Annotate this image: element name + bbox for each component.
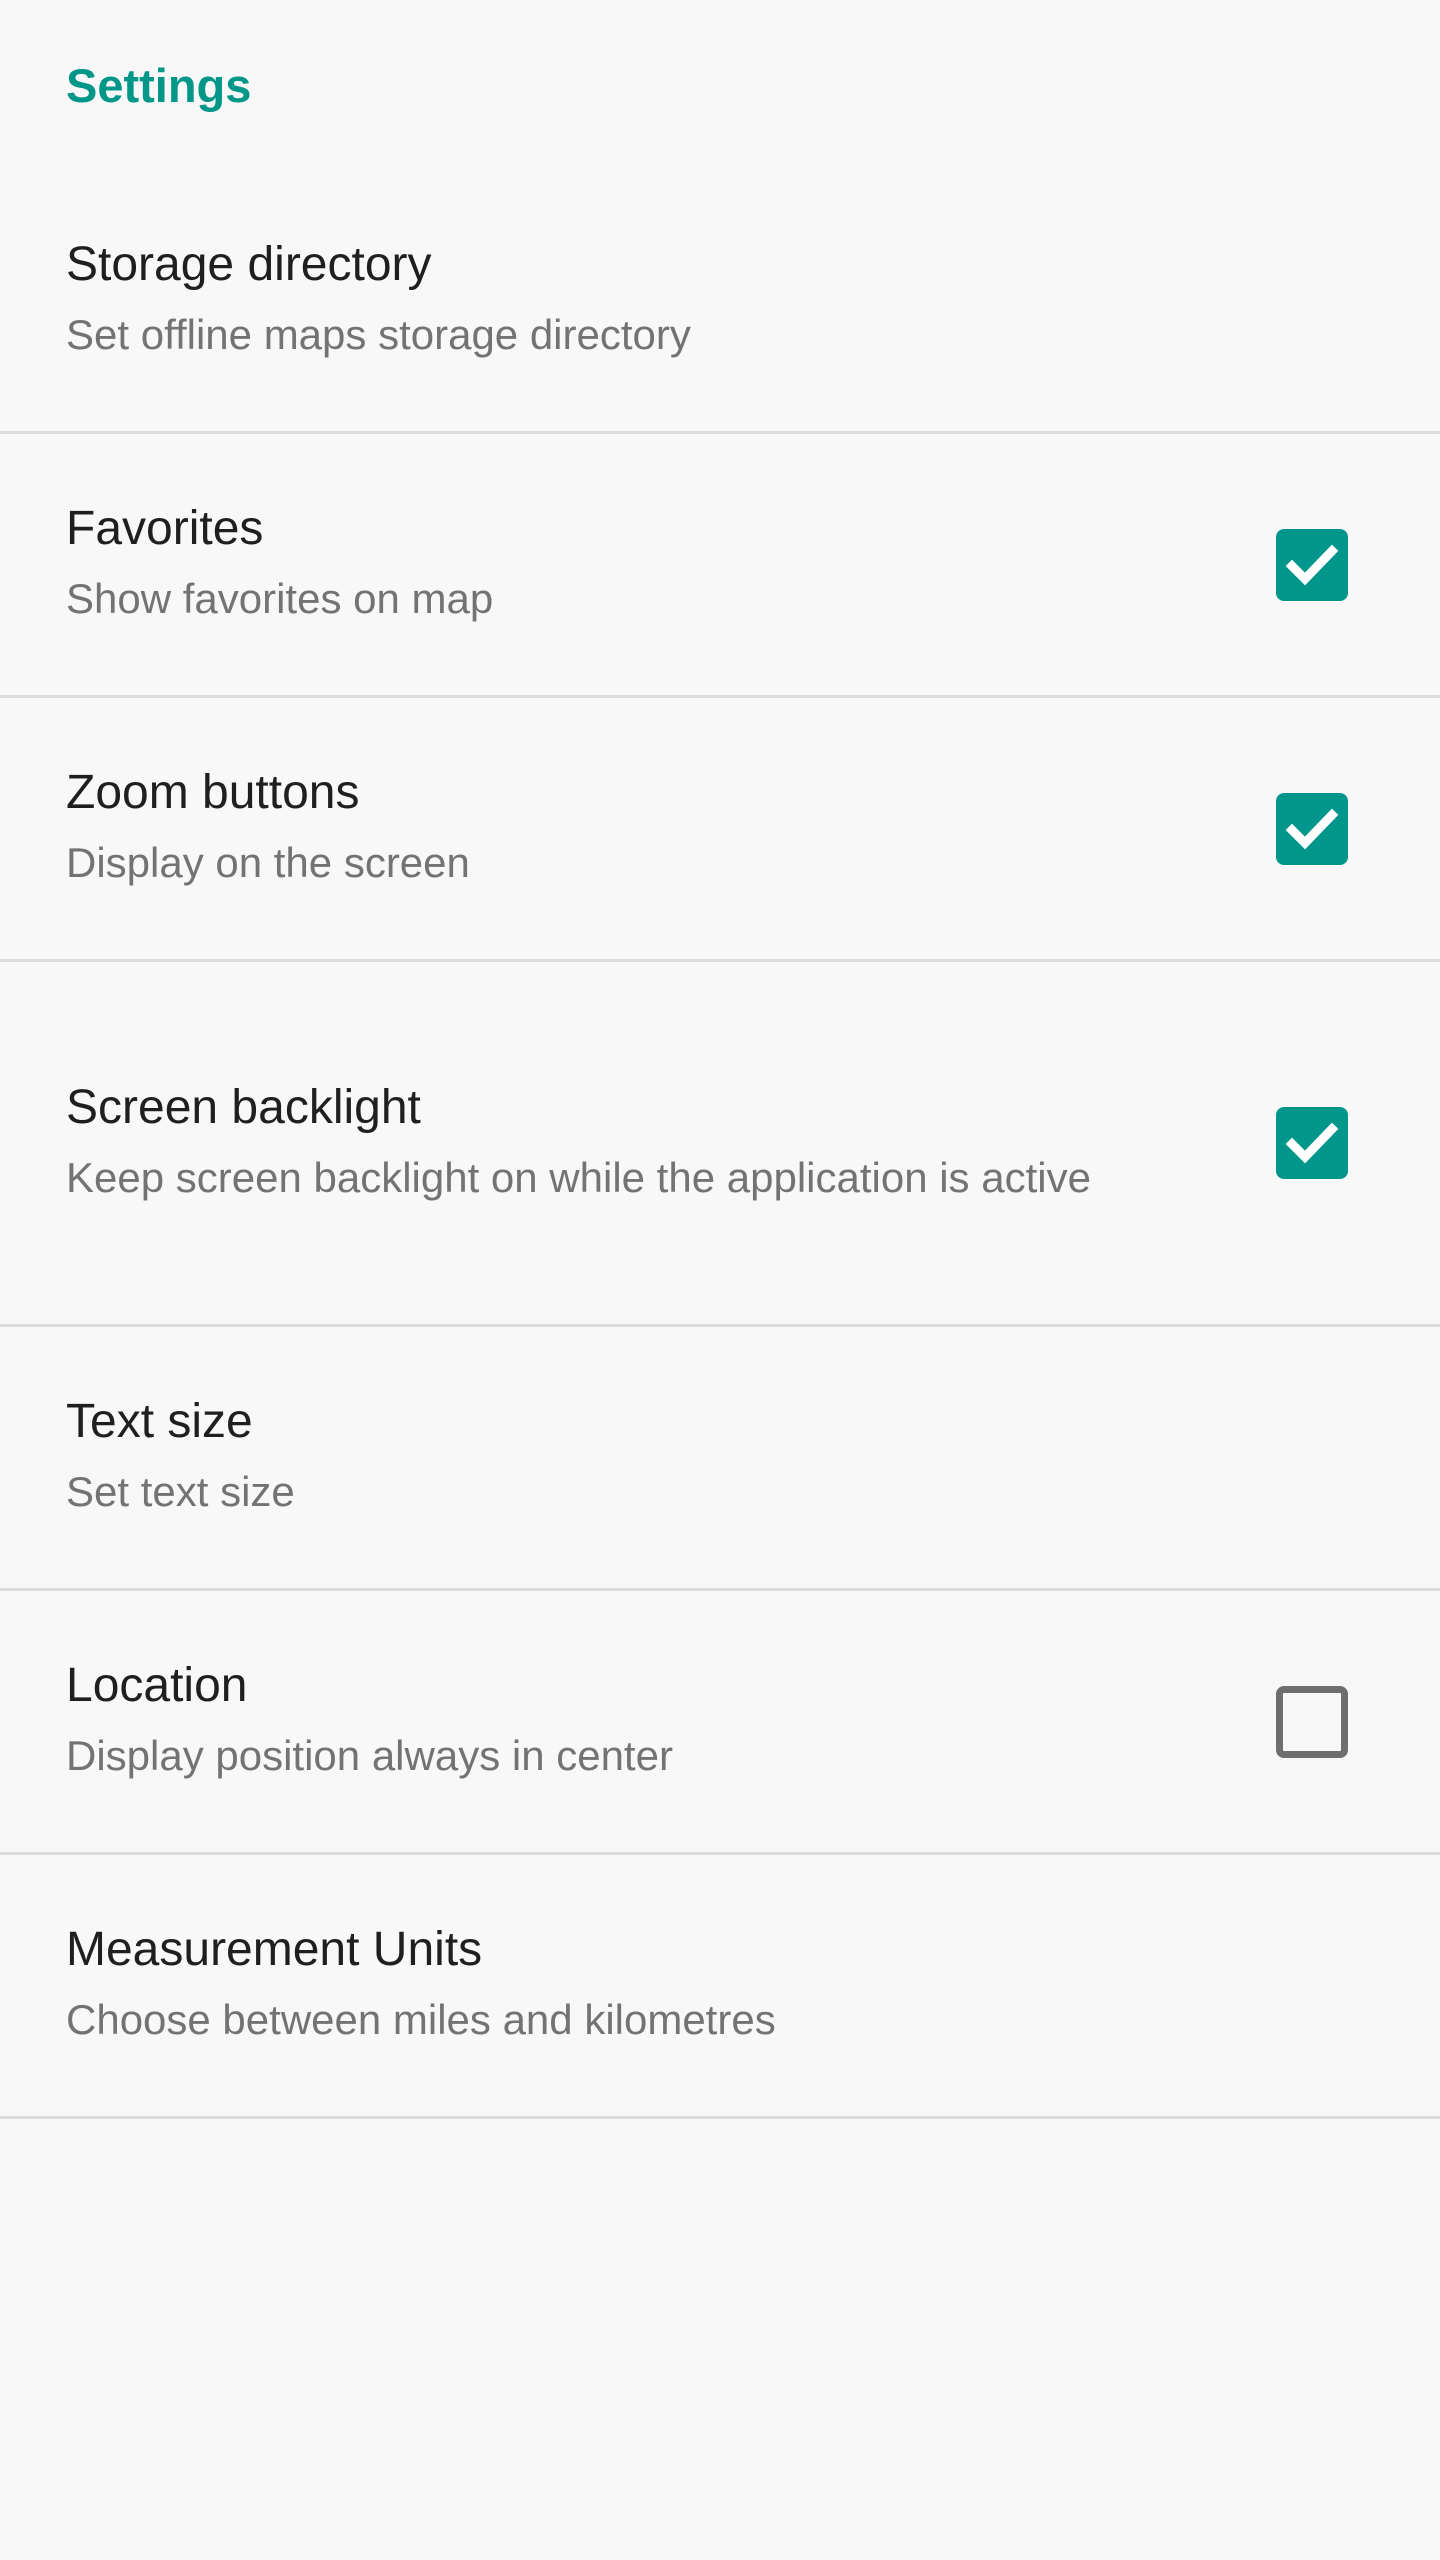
- checkmark-icon: [1285, 808, 1339, 849]
- setting-subtitle: Display on the screen: [66, 839, 470, 887]
- page-header: Settings: [0, 0, 1440, 170]
- settings-screen: Settings Storage directory Set offline m…: [0, 0, 1440, 2560]
- setting-title: Storage directory: [66, 238, 432, 292]
- setting-row-location[interactable]: Location Display position always in cent…: [0, 1591, 1440, 1855]
- checkmark-icon: [1285, 544, 1339, 585]
- checkbox-location[interactable]: [1276, 1685, 1348, 1758]
- setting-title: Favorites: [66, 502, 264, 556]
- setting-row-favorites[interactable]: Favorites Show favorites on map: [0, 434, 1440, 698]
- setting-title: Zoom buttons: [66, 766, 360, 820]
- list-bottom-spacer: [0, 2119, 1440, 2419]
- setting-text: Screen backlight Keep screen backlight o…: [66, 1080, 1091, 1203]
- setting-subtitle: Set text size: [66, 1468, 295, 1516]
- setting-row-storage-directory[interactable]: Storage directory Set offline maps stora…: [0, 170, 1440, 434]
- checkbox-zoom-buttons[interactable]: [1276, 792, 1348, 865]
- setting-title: Measurement Units: [66, 1923, 483, 1977]
- setting-row-screen-backlight[interactable]: Screen backlight Keep screen backlight o…: [0, 962, 1440, 1327]
- setting-text: Text size Set text size: [66, 1397, 295, 1517]
- checkbox-screen-backlight[interactable]: [1276, 1107, 1348, 1179]
- setting-row-measurement-units[interactable]: Measurement Units Choose between miles a…: [0, 1855, 1440, 2119]
- setting-subtitle: Set offline maps storage directory: [66, 311, 691, 359]
- setting-text: Location Display position always in cent…: [66, 1661, 673, 1781]
- setting-title: Location: [66, 1659, 248, 1713]
- setting-text: Favorites Show favorites on map: [66, 504, 493, 624]
- page-title: Settings: [66, 58, 252, 112]
- setting-subtitle: Display position always in center: [66, 1732, 673, 1780]
- setting-row-text-size[interactable]: Text size Set text size: [0, 1327, 1440, 1591]
- checkmark-icon: [1285, 1122, 1339, 1164]
- setting-subtitle: Show favorites on map: [66, 575, 494, 623]
- setting-subtitle: Keep screen backlight on while the appli…: [66, 1153, 1091, 1201]
- setting-text: Storage directory Set offline maps stora…: [66, 240, 691, 360]
- setting-text: Measurement Units Choose between miles a…: [66, 1925, 776, 2045]
- checkbox-favorites[interactable]: [1276, 528, 1348, 601]
- setting-row-zoom-buttons[interactable]: Zoom buttons Display on the screen: [0, 698, 1440, 962]
- setting-text: Zoom buttons Display on the screen: [66, 768, 470, 888]
- setting-subtitle: Choose between miles and kilometres: [66, 1996, 776, 2044]
- setting-title: Text size: [66, 1395, 253, 1449]
- settings-list: Storage directory Set offline maps stora…: [0, 170, 1440, 2119]
- setting-title: Screen backlight: [66, 1080, 421, 1134]
